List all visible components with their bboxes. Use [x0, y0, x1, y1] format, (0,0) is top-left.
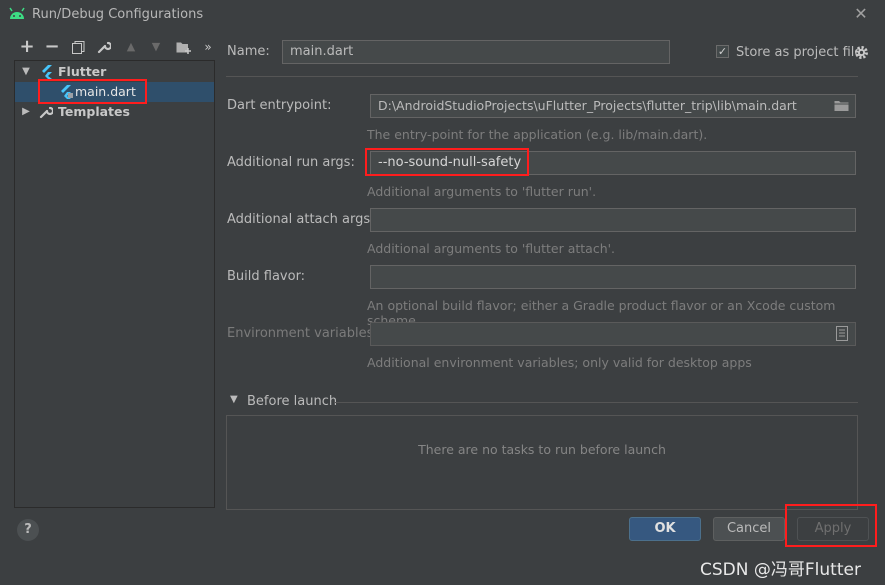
- run-args-hint: Additional arguments to 'flutter run'.: [367, 184, 597, 199]
- expand-arrow-icon[interactable]: ▼: [20, 62, 32, 82]
- store-as-project-file-checkbox[interactable]: ✓: [716, 45, 729, 58]
- help-button[interactable]: ?: [17, 519, 39, 541]
- configuration-tree: ▼ Flutter main.dart ▶ Templates: [14, 60, 215, 508]
- ok-button[interactable]: OK: [629, 517, 701, 541]
- before-launch-separator: [334, 402, 858, 403]
- before-launch-task-list[interactable]: There are no tasks to run before launch: [226, 415, 858, 510]
- build-flavor-input[interactable]: [370, 265, 856, 289]
- before-launch-toggle-icon[interactable]: ▼: [230, 394, 238, 405]
- name-input[interactable]: main.dart: [282, 40, 670, 64]
- no-tasks-text: There are no tasks to run before launch: [418, 442, 666, 457]
- copy-icon[interactable]: [72, 41, 85, 54]
- more-icon[interactable]: »: [199, 38, 217, 56]
- highlight-box-run-args: [365, 148, 529, 176]
- entrypoint-label: Dart entrypoint:: [227, 98, 332, 113]
- entrypoint-input[interactable]: D:\AndroidStudioProjects\uFlutter_Projec…: [370, 94, 856, 118]
- name-label: Name:: [227, 44, 270, 59]
- attach-args-label: Additional attach args:: [227, 212, 375, 227]
- remove-icon[interactable]: −: [43, 38, 61, 56]
- separator: [226, 76, 858, 77]
- highlight-box-apply: [785, 504, 877, 547]
- attach-args-input[interactable]: [370, 208, 856, 232]
- tree-label-templates: Templates: [58, 104, 130, 119]
- wrench-icon[interactable]: [97, 40, 111, 54]
- highlight-box-main-dart: [38, 79, 147, 104]
- env-vars-hint: Additional environment variables; only v…: [367, 355, 752, 370]
- android-icon: [9, 7, 25, 19]
- tree-row-templates[interactable]: ▶ Templates: [15, 102, 214, 122]
- gear-icon[interactable]: [854, 45, 869, 60]
- attach-args-hint: Additional arguments to 'flutter attach'…: [367, 241, 616, 256]
- run-args-label: Additional run args:: [227, 155, 355, 170]
- new-folder-icon[interactable]: [176, 41, 192, 54]
- folder-icon[interactable]: [834, 99, 849, 112]
- entrypoint-hint: The entry-point for the application (e.g…: [367, 127, 708, 142]
- build-flavor-label: Build flavor:: [227, 269, 306, 284]
- add-icon[interactable]: +: [18, 38, 36, 56]
- document-icon[interactable]: [836, 326, 848, 341]
- move-down-icon[interactable]: ▼: [147, 38, 165, 56]
- env-vars-input[interactable]: [370, 322, 856, 346]
- window-title: Run/Debug Configurations: [32, 7, 204, 22]
- collapsed-arrow-icon[interactable]: ▶: [20, 102, 32, 122]
- close-icon[interactable]: ✕: [852, 5, 870, 23]
- store-as-project-file-label: Store as project file: [736, 45, 863, 60]
- env-vars-label: Environment variables:: [227, 326, 378, 341]
- title-bar: Run/Debug Configurations ✕: [0, 0, 885, 30]
- move-up-icon[interactable]: ▲: [122, 38, 140, 56]
- wrench-icon: [39, 106, 53, 119]
- before-launch-title: Before launch: [247, 394, 338, 409]
- cancel-button[interactable]: Cancel: [713, 517, 785, 541]
- watermark: CSDN @冯哥Flutter: [700, 560, 861, 580]
- flutter-icon: [42, 65, 52, 79]
